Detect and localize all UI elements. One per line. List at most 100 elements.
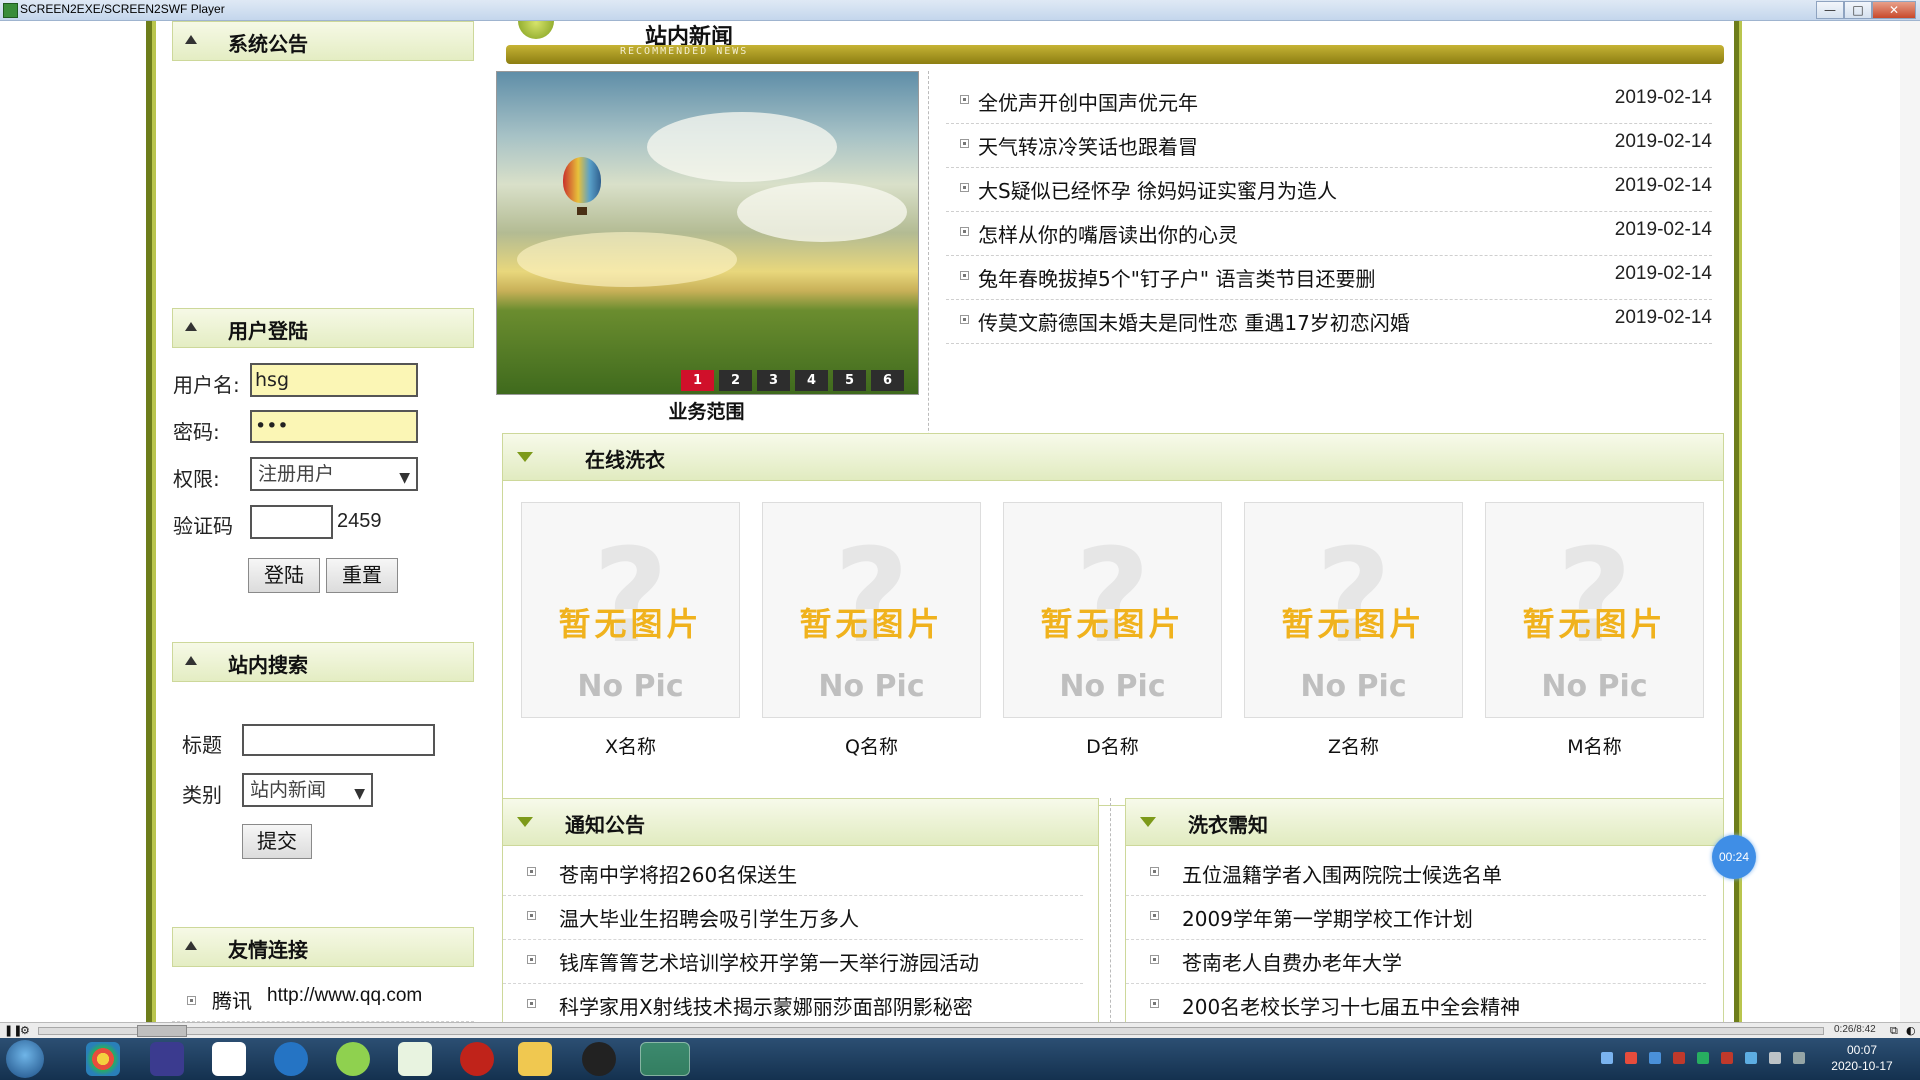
bullet-icon <box>960 227 969 236</box>
bullet-icon <box>960 95 969 104</box>
seek-bar[interactable] <box>38 1025 1824 1037</box>
maximize-button[interactable]: □ <box>1844 1 1872 19</box>
list-item[interactable]: 温大毕业生招聘会吸引学生万多人 <box>503 895 1083 940</box>
news-slideshow[interactable]: 123456 <box>496 71 919 395</box>
close-button[interactable]: ✕ <box>1872 1 1916 19</box>
folder-icon[interactable] <box>518 1042 552 1076</box>
laundry-item-image[interactable]: ? 暂无图片 No Pic <box>1485 502 1704 718</box>
laundry-item-name[interactable]: Q名称 <box>762 732 981 759</box>
fullscreen-icon[interactable]: ⧉ <box>1890 1025 1902 1036</box>
slide-dot[interactable]: 3 <box>757 370 790 391</box>
app-icon[interactable] <box>336 1042 370 1076</box>
list-item-title[interactable]: 钱库箐箐艺术培训学校开学第一天举行游园活动 <box>559 947 979 976</box>
chrome-icon[interactable] <box>86 1042 120 1076</box>
volume-icon[interactable] <box>1769 1052 1781 1064</box>
network-icon[interactable] <box>1697 1052 1709 1064</box>
list-item-title[interactable]: 温大毕业生招聘会吸引学生万多人 <box>559 903 859 932</box>
laundry-section: 在线洗衣 ? 暂无图片 No Pic X名称? 暂无图片 No Pic Q名称? 暂无图片 No… <box>502 433 1724 806</box>
browser-icon[interactable] <box>274 1042 308 1076</box>
password-input[interactable]: ••• <box>250 410 418 443</box>
list-item-title[interactable]: 科学家用X射线技术揭示蒙娜丽莎面部阴影秘密 <box>559 991 973 1020</box>
news-item-title[interactable]: 天气转凉冷笑话也跟着冒 <box>978 131 1198 160</box>
list-item-title[interactable]: 五位温籍学者入围两院院士候选名单 <box>1182 859 1502 888</box>
news-item-title[interactable]: 怎样从你的嘴唇读出你的心灵 <box>978 219 1238 248</box>
document-icon[interactable] <box>398 1042 432 1076</box>
laundry-item-image[interactable]: ? 暂无图片 No Pic <box>521 502 740 718</box>
news-item[interactable]: 大S疑似已经怀孕 徐妈妈证实蜜月为造人 2019-02-14 <box>946 167 1712 212</box>
login-button[interactable]: 登陆 <box>248 558 320 593</box>
search-title-input[interactable] <box>242 724 435 756</box>
slide-dot[interactable]: 4 <box>795 370 828 391</box>
slide-dot[interactable]: 6 <box>871 370 904 391</box>
news-item[interactable]: 传莫文蔚德国未婚夫是同性恋 重遇17岁初恋闪婚 2019-02-14 <box>946 299 1712 344</box>
list-item-title[interactable]: 苍南中学将招260名保送生 <box>559 859 797 888</box>
reset-button[interactable]: 重置 <box>326 558 398 593</box>
news-item[interactable]: 兔年春晚拔掉5个"钉子户" 语言类节目还要删 2019-02-14 <box>946 255 1712 300</box>
minimize-button[interactable]: — <box>1816 1 1844 19</box>
list-item-title[interactable]: 200名老校长学习十七届五中全会精神 <box>1182 991 1520 1020</box>
list-item[interactable]: 五位温籍学者入围两院院士候选名单 <box>1126 851 1706 896</box>
baidu-netdisk-icon[interactable] <box>212 1042 246 1076</box>
search-submit-button[interactable]: 提交 <box>242 824 312 859</box>
captcha-input[interactable] <box>250 505 333 539</box>
news-item-title[interactable]: 传莫文蔚德国未婚夫是同性恋 重遇17岁初恋闪婚 <box>978 307 1410 336</box>
pause-icon[interactable]: ❚❚ <box>4 1025 22 1036</box>
laundry-item-name[interactable]: Z名称 <box>1244 732 1463 759</box>
news-item-title[interactable]: 全优声开创中国声优元年 <box>978 87 1198 116</box>
flash-icon[interactable] <box>460 1042 494 1076</box>
shield-icon[interactable] <box>1649 1052 1661 1064</box>
news-item[interactable]: 天气转凉冷笑话也跟着冒 2019-02-14 <box>946 123 1712 168</box>
laundry-item-name[interactable]: M名称 <box>1485 732 1704 759</box>
window-titlebar: SCREEN2EXE/SCREEN2SWF Player — □ ✕ <box>0 0 1920 21</box>
search-category-select[interactable]: 站内新闻 ▼ <box>242 773 373 807</box>
list-item[interactable]: 2009学年第一学期学校工作计划 <box>1126 895 1706 940</box>
link-item[interactable]: 腾讯 http://www.qq.com <box>172 981 474 1022</box>
list-item[interactable]: 苍南中学将招260名保送生 <box>503 851 1083 896</box>
news-item-title[interactable]: 大S疑似已经怀孕 徐妈妈证实蜜月为造人 <box>978 175 1337 204</box>
search-panel-header[interactable]: 站内搜索 <box>172 642 474 682</box>
laundry-item-name[interactable]: X名称 <box>521 732 740 759</box>
tray-icon[interactable] <box>1625 1052 1637 1064</box>
list-item[interactable]: 200名老校长学习十七届五中全会精神 <box>1126 983 1706 1022</box>
username-input[interactable]: hsg <box>250 363 418 397</box>
news-item[interactable]: 怎样从你的嘴唇读出你的心灵 2019-02-14 <box>946 211 1712 256</box>
volume-icon[interactable]: ◐ <box>1906 1025 1918 1036</box>
list-item[interactable]: 科学家用X射线技术揭示蒙娜丽莎面部阴影秘密 <box>503 983 1083 1022</box>
settings-icon[interactable]: ⚙ <box>20 1025 32 1036</box>
slide-dot[interactable]: 5 <box>833 370 866 391</box>
login-panel-header[interactable]: 用户登陆 <box>172 308 474 348</box>
news-item[interactable]: 全优声开创中国声优元年 2019-02-14 <box>946 79 1712 124</box>
slide-dot[interactable]: 2 <box>719 370 752 391</box>
start-button-icon[interactable] <box>6 1040 44 1078</box>
divider <box>1110 798 1111 1022</box>
tray-icon[interactable] <box>1721 1052 1733 1064</box>
laundry-item-image[interactable]: ? 暂无图片 No Pic <box>1003 502 1222 718</box>
app-icon[interactable] <box>150 1042 184 1076</box>
no-image-text: 暂无图片 <box>558 605 703 643</box>
slideshow-caption: 业务范围 <box>668 401 745 423</box>
news-item-date: 2019-02-14 <box>1614 219 1712 240</box>
announcement-panel-header[interactable]: 系统公告 <box>172 21 474 61</box>
slide-dot[interactable]: 1 <box>681 370 714 391</box>
links-panel-header[interactable]: 友情连接 <box>172 927 474 967</box>
list-item-title[interactable]: 苍南老人自费办老年大学 <box>1182 947 1402 976</box>
list-item[interactable]: 钱库箐箐艺术培训学校开学第一天举行游园活动 <box>503 939 1083 984</box>
laundry-item-image[interactable]: ? 暂无图片 No Pic <box>762 502 981 718</box>
list-item-title[interactable]: 2009学年第一学期学校工作计划 <box>1182 903 1473 932</box>
qq-icon[interactable] <box>582 1042 616 1076</box>
tray-icon[interactable] <box>1745 1052 1757 1064</box>
action-center-icon[interactable] <box>1793 1052 1805 1064</box>
list-item[interactable]: 苍南老人自费办老年大学 <box>1126 939 1706 984</box>
bullet-icon <box>1150 955 1159 964</box>
role-select[interactable]: 注册用户 ▼ <box>250 457 418 491</box>
tray-icon[interactable] <box>1601 1052 1613 1064</box>
seek-thumb[interactable] <box>137 1025 187 1037</box>
laundry-item-name[interactable]: D名称 <box>1003 732 1222 759</box>
hot-air-balloon-image <box>563 157 601 203</box>
taskbar-clock[interactable]: 00:07 2020-10-17 <box>1822 1042 1902 1074</box>
laundry-item-image[interactable]: ? 暂无图片 No Pic <box>1244 502 1463 718</box>
news-item-title[interactable]: 兔年春晚拔掉5个"钉子户" 语言类节目还要删 <box>978 263 1375 292</box>
player-app-icon[interactable] <box>640 1042 690 1076</box>
tray-icon[interactable] <box>1673 1052 1685 1064</box>
recording-timer[interactable]: 00:24 <box>1712 835 1756 879</box>
